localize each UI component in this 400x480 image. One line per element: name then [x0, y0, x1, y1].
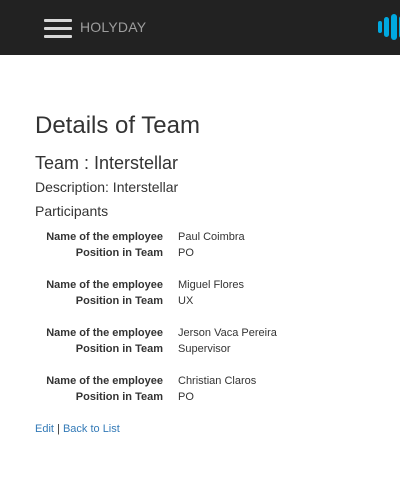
employee-name-value: Miguel Flores	[178, 279, 245, 291]
participants-label: Participants	[35, 203, 109, 219]
position-value: PO	[178, 391, 194, 403]
link-separator: |	[53, 423, 63, 435]
position-value: Supervisor	[178, 343, 231, 355]
brand-link[interactable]: HOLYDAY	[80, 18, 146, 36]
team-heading: Team : Interstellar	[35, 153, 179, 173]
employee-name-value: Christian Claros	[178, 375, 257, 387]
position-value: PO	[178, 247, 194, 259]
employee-name-label: Name of the employee	[46, 375, 163, 387]
participant-list: Name of the employee Paul Coimbra Positi…	[35, 230, 385, 405]
employee-name-value: Jerson Vaca Pereira	[178, 327, 277, 339]
position-value: UX	[178, 295, 194, 307]
position-label: Position in Team	[75, 343, 163, 355]
team-description: Description: Interstellar	[35, 179, 179, 195]
edit-link[interactable]: Edit	[35, 423, 54, 435]
position-label: Position in Team	[75, 295, 163, 307]
participant-item: Name of the employee Christian Claros Po…	[35, 374, 385, 405]
page-title: Details of Team	[35, 112, 200, 139]
employee-name-value: Paul Coimbra	[178, 231, 245, 243]
participant-item: Name of the employee Jerson Vaca Pereira…	[35, 326, 385, 357]
employee-name-label: Name of the employee	[46, 231, 163, 243]
employee-name-label: Name of the employee	[46, 327, 163, 339]
participant-item: Name of the employee Paul Coimbra Positi…	[35, 230, 385, 261]
back-to-list-link[interactable]: Back to List	[63, 423, 120, 435]
team-details-content: Details of Team Team : Interstellar Desc…	[35, 112, 385, 437]
employee-name-label: Name of the employee	[46, 279, 163, 291]
position-label: Position in Team	[75, 247, 163, 259]
position-label: Position in Team	[75, 391, 163, 403]
action-links: Edit | Back to List	[35, 422, 385, 437]
top-navbar: HOLYDAY	[0, 0, 400, 55]
hamburger-menu-icon[interactable]	[44, 19, 72, 39]
participant-item: Name of the employee Miguel Flores Posit…	[35, 278, 385, 309]
brand-logo-icon	[378, 14, 400, 40]
